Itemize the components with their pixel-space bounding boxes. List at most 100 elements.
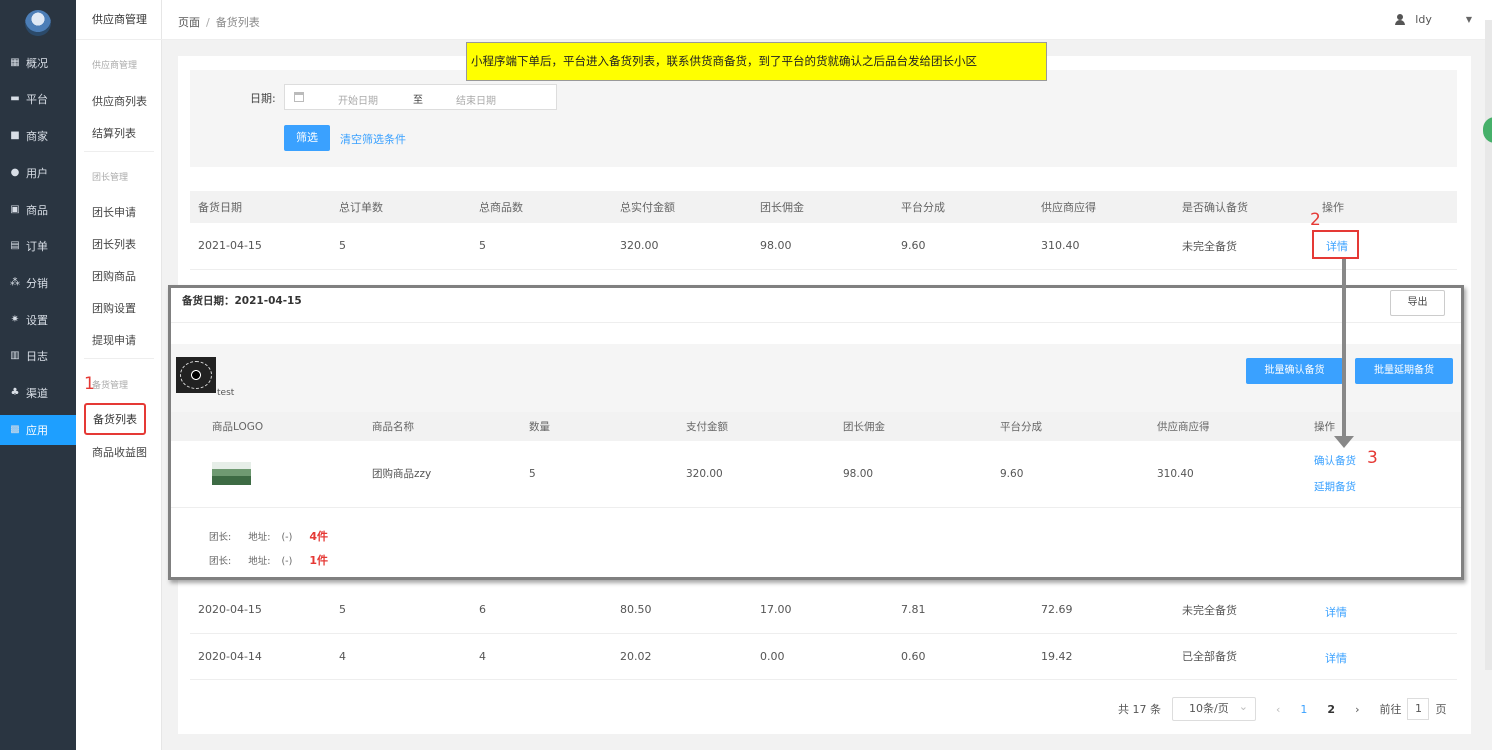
- divider: [171, 322, 1461, 323]
- nav-label: 用户: [26, 167, 48, 180]
- nav-item-goods[interactable]: ▣ 商品: [0, 195, 76, 225]
- detail-link[interactable]: 详情: [1325, 604, 1347, 620]
- annotation-number: 2: [1310, 210, 1321, 230]
- submenu-title: 供应商管理: [76, 0, 162, 40]
- submenu-item-withdraw-apply[interactable]: 提现申请: [92, 332, 136, 348]
- filter-button[interactable]: 筛选: [284, 125, 330, 151]
- nav-item-merchant[interactable]: ■ 商家: [0, 121, 76, 151]
- cell-goods: 6: [471, 587, 612, 634]
- col-header-commission: 团长佣金: [752, 191, 893, 223]
- nav-item-order[interactable]: ▤ 订单: [0, 231, 76, 261]
- col-header-logo: 商品LOGO: [171, 412, 331, 441]
- goto-label: 前往: [1379, 703, 1402, 716]
- breadcrumb-root[interactable]: 页面: [178, 16, 200, 29]
- address-label: 地址:: [248, 532, 271, 543]
- table-row: 2021-04-15 5 5 320.00 98.00 9.60 310.40 …: [190, 223, 1457, 270]
- page-suffix: 页: [1435, 703, 1447, 716]
- nav-label: 应用: [26, 424, 48, 437]
- cell-date: 2021-04-15: [190, 223, 331, 270]
- col-header-supplier: 供应商应得: [1033, 191, 1174, 223]
- nav-label: 分销: [26, 277, 48, 290]
- page-size-select[interactable]: 10条/页: [1172, 696, 1256, 721]
- goods-icon: ▣: [10, 204, 20, 215]
- cell-date: 2020-04-15: [190, 587, 331, 634]
- submenu-item-settlement-list[interactable]: 结算列表: [92, 125, 136, 141]
- nav-item-distribution[interactable]: ⁂ 分销: [0, 268, 76, 298]
- detail-link[interactable]: 详情: [1325, 650, 1347, 666]
- nav-item-channel[interactable]: ♣ 渠道: [0, 378, 76, 408]
- end-date-input[interactable]: 结束日期: [456, 92, 496, 107]
- cell-platform: 9.60: [959, 441, 1116, 508]
- batch-delay-button[interactable]: 批量延期备货: [1355, 358, 1453, 384]
- col-header-paid: 总实付金额: [612, 191, 752, 223]
- page-1[interactable]: 1: [1300, 703, 1307, 716]
- nav-label: 订单: [26, 240, 48, 253]
- cell-commission: 98.00: [802, 441, 959, 508]
- distribution-icon: ⁂: [10, 277, 20, 288]
- col-header-platform: 平台分成: [893, 191, 1033, 223]
- cell-platform: 9.60: [893, 223, 1033, 270]
- leader-line: 团长: 地址: (-) 4件: [209, 528, 328, 544]
- delay-stock-link[interactable]: 延期备货: [1314, 474, 1461, 500]
- detail-table-header: 商品LOGO 商品名称 数量 支付金额 团长佣金 平台分成 供应商应得 操作: [171, 412, 1461, 441]
- store-icon: ■: [10, 130, 20, 141]
- user-avatar-icon: [1395, 14, 1406, 25]
- cell-goods-name: 团购商品zzy: [331, 441, 488, 508]
- gear-icon: ✷: [10, 314, 20, 325]
- confirm-stock-link[interactable]: 确认备货: [1314, 448, 1461, 474]
- cell-orders: 5: [331, 223, 471, 270]
- nav-item-log[interactable]: ▥ 日志: [0, 341, 76, 371]
- col-header-confirmed: 是否确认备货: [1174, 191, 1314, 223]
- clear-filter-link[interactable]: 清空筛选条件: [340, 131, 406, 147]
- page-2[interactable]: 2: [1327, 703, 1335, 716]
- submenu-item-leader-list[interactable]: 团长列表: [92, 236, 136, 252]
- logo[interactable]: [25, 10, 51, 36]
- cell-orders: 4: [331, 633, 471, 680]
- username: ldy: [1415, 13, 1432, 26]
- nav-label: 渠道: [26, 387, 48, 400]
- nav-item-overview[interactable]: ▦ 概况: [0, 48, 76, 78]
- cell-commission: 0.00: [752, 633, 893, 680]
- item-count: 1件: [309, 554, 328, 567]
- leader-label: 团长:: [209, 556, 232, 567]
- user-menu[interactable]: ldy ▼: [1395, 13, 1472, 26]
- submenu-item-group-goods[interactable]: 团购商品: [92, 268, 136, 284]
- submenu-item-group-settings[interactable]: 团购设置: [92, 300, 136, 316]
- table-header: 备货日期 总订单数 总商品数 总实付金额 团长佣金 平台分成 供应商应得 是否确…: [190, 191, 1457, 223]
- nav-item-settings[interactable]: ✷ 设置: [0, 305, 76, 335]
- shop-name: test: [217, 388, 235, 398]
- prev-page-button[interactable]: ‹: [1276, 703, 1280, 716]
- next-page-button[interactable]: ›: [1355, 703, 1359, 716]
- table-row: 2020-04-14 4 4 20.02 0.00 0.60 19.42 已全部…: [190, 633, 1457, 680]
- submenu-item-stock-list[interactable]: 备货列表: [84, 403, 146, 435]
- goto-page-input[interactable]: 1: [1407, 698, 1430, 720]
- stock-detail-panel: 备货日期：2021-04-15 导出 test 批量确认备货 批量延期备货 商品…: [168, 285, 1464, 580]
- date-range-picker[interactable]: 开始日期 至 结束日期: [284, 84, 557, 110]
- export-button[interactable]: 导出: [1390, 290, 1445, 316]
- submenu-item-leader-apply[interactable]: 团长申请: [92, 204, 136, 220]
- nav-item-user[interactable]: ● 用户: [0, 158, 76, 188]
- start-date-input[interactable]: 开始日期: [338, 92, 378, 107]
- submenu-group-supplier: 供应商管理: [92, 61, 138, 71]
- monitor-icon: ▬: [10, 93, 20, 104]
- user-icon: ●: [10, 167, 20, 178]
- submenu-group-leader: 团长管理: [92, 173, 129, 183]
- caret-down-icon: ▼: [1465, 15, 1472, 24]
- batch-confirm-button[interactable]: 批量确认备货: [1246, 358, 1343, 384]
- col-header-supplier: 供应商应得: [1116, 412, 1273, 441]
- date-range-separator: 至: [413, 95, 423, 106]
- annotation-number: 3: [1367, 448, 1378, 468]
- breadcrumb-separator: /: [206, 16, 210, 29]
- order-icon: ▤: [10, 240, 20, 251]
- col-header-actions: 操作: [1314, 191, 1457, 223]
- cell-qty: 5: [488, 441, 645, 508]
- nav-item-apps[interactable]: ▩ 应用: [0, 415, 76, 445]
- breadcrumb-current: 备货列表: [215, 16, 260, 29]
- nav-item-platform[interactable]: ▬ 平台: [0, 84, 76, 114]
- annotation-number: 1: [84, 374, 95, 394]
- submenu-item-supplier-list[interactable]: 供应商列表: [92, 93, 147, 109]
- goods-thumbnail: [212, 462, 251, 486]
- submenu-item-goods-income-chart[interactable]: 商品收益图: [92, 444, 147, 460]
- detail-row: 团购商品zzy 5 320.00 98.00 9.60 310.40 确认备货 …: [171, 441, 1461, 508]
- log-icon: ▥: [10, 350, 20, 361]
